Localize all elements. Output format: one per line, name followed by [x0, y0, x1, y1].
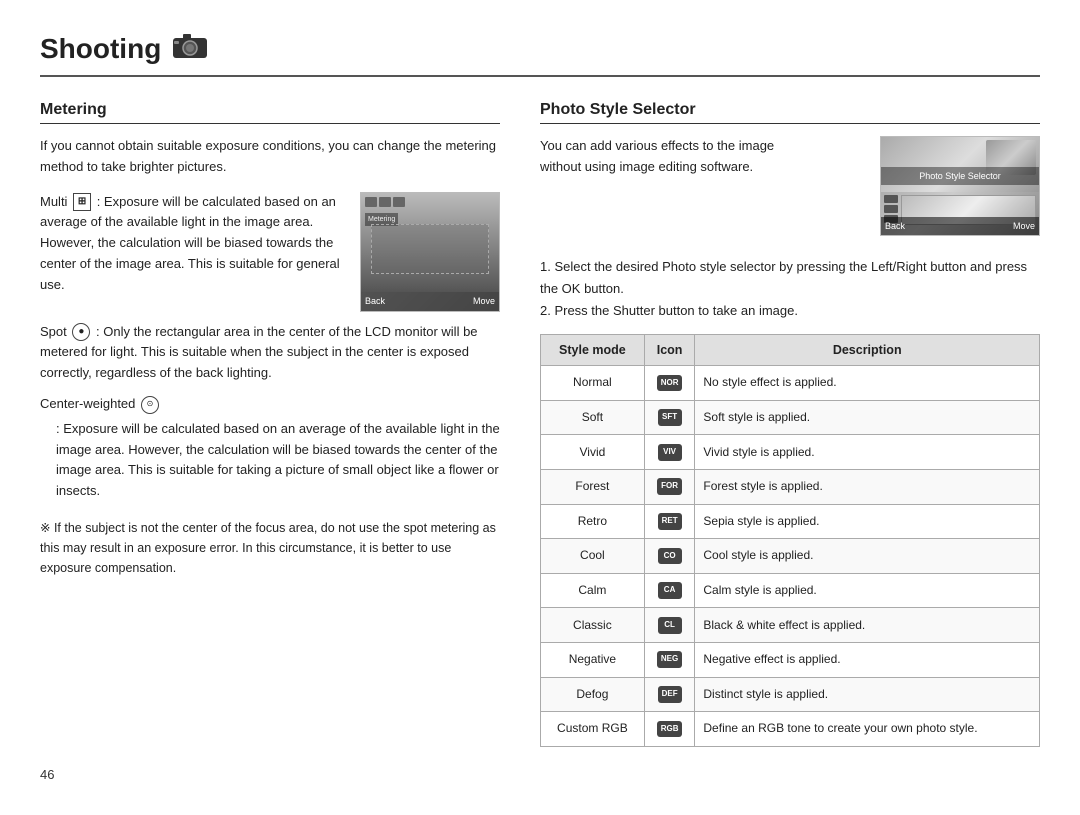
- photo-img-move: Move: [1013, 219, 1035, 233]
- style-mode-cell: Defog: [541, 677, 645, 712]
- page-number: 46: [40, 767, 1040, 782]
- metering-title: Metering: [40, 101, 500, 124]
- style-icon: DEF: [658, 686, 682, 703]
- style-icon-cell: CO: [644, 539, 695, 574]
- style-icon: RET: [658, 513, 682, 530]
- metering-intro: If you cannot obtain suitable exposure c…: [40, 136, 500, 178]
- table-row: Classic CL Black & white effect is applied…: [541, 608, 1040, 643]
- spot-desc: : Only the rectangular area in the cente…: [40, 324, 478, 381]
- table-row: Vivid VIV Vivid style is applied.: [541, 435, 1040, 470]
- photo-img-back: Back: [885, 219, 905, 233]
- style-desc-cell: Forest style is applied.: [695, 470, 1040, 505]
- multi-label: Multi: [40, 194, 67, 209]
- style-icon: FOR: [657, 478, 682, 495]
- spot-label: Spot: [40, 324, 67, 339]
- style-icon-cell: NEG: [644, 643, 695, 678]
- table-row: Custom RGB RGB Define an RGB tone to creat…: [541, 712, 1040, 747]
- metering-img-move: Move: [473, 294, 495, 308]
- photo-style-steps: 1. Select the desired Photo style select…: [540, 256, 1040, 322]
- style-icon-cell: CA: [644, 573, 695, 608]
- metering-section: Metering If you cannot obtain suitable e…: [40, 101, 500, 747]
- style-icon-cell: NOR: [644, 366, 695, 401]
- style-mode-cell: Classic: [541, 608, 645, 643]
- photo-style-section: Photo Style Selector Photo Style Selecto…: [540, 101, 1040, 747]
- style-icon: CO: [658, 548, 682, 565]
- style-desc-cell: Distinct style is applied.: [695, 677, 1040, 712]
- style-icon-cell: RET: [644, 504, 695, 539]
- photo-style-img-title: Photo Style Selector: [881, 167, 1039, 185]
- col-header-icon: Icon: [644, 335, 695, 366]
- table-row: Negative NEG Negative effect is applied.: [541, 643, 1040, 678]
- style-desc-cell: Negative effect is applied.: [695, 643, 1040, 678]
- style-desc-cell: Calm style is applied.: [695, 573, 1040, 608]
- style-icon-cell: DEF: [644, 677, 695, 712]
- cw-label: Center-weighted: [40, 396, 135, 411]
- style-mode-cell: Vivid: [541, 435, 645, 470]
- multi-icon: ⊞: [73, 193, 91, 211]
- spot-icon-el: ●: [72, 323, 90, 341]
- page-title: Shooting: [40, 30, 1040, 77]
- title-text: Shooting: [40, 33, 161, 65]
- table-row: Defog DEF Distinct style is applied.: [541, 677, 1040, 712]
- style-icon-cell: RGB: [644, 712, 695, 747]
- style-desc-cell: Sepia style is applied.: [695, 504, 1040, 539]
- style-icon: NEG: [657, 651, 682, 668]
- col-header-mode: Style mode: [541, 335, 645, 366]
- style-icon: CA: [658, 582, 682, 599]
- style-desc-cell: Cool style is applied.: [695, 539, 1040, 574]
- style-desc-cell: Black & white effect is applied.: [695, 608, 1040, 643]
- style-mode-cell: Negative: [541, 643, 645, 678]
- style-mode-cell: Custom RGB: [541, 712, 645, 747]
- table-row: Soft SFT Soft style is applied.: [541, 400, 1040, 435]
- metering-screenshot: Metering Back Move: [360, 192, 500, 312]
- photo-style-title: Photo Style Selector: [540, 101, 1040, 124]
- photo-style-step1: 1. Select the desired Photo style select…: [540, 256, 1040, 300]
- style-desc-cell: Define an RGB tone to create your own ph…: [695, 712, 1040, 747]
- table-row: Forest FOR Forest style is applied.: [541, 470, 1040, 505]
- style-desc-cell: Vivid style is applied.: [695, 435, 1040, 470]
- table-row: Calm CA Calm style is applied.: [541, 573, 1040, 608]
- style-desc-cell: No style effect is applied.: [695, 366, 1040, 401]
- metering-img-back: Back: [365, 294, 385, 308]
- style-icon-cell: FOR: [644, 470, 695, 505]
- style-icon: NOR: [657, 375, 683, 392]
- style-icon: SFT: [658, 409, 682, 426]
- table-row: Retro RET Sepia style is applied.: [541, 504, 1040, 539]
- style-mode-cell: Retro: [541, 504, 645, 539]
- cw-icon-el: ⊙: [141, 396, 159, 414]
- style-icon-cell: VIV: [644, 435, 695, 470]
- style-mode-cell: Calm: [541, 573, 645, 608]
- style-icon-cell: SFT: [644, 400, 695, 435]
- photo-style-screenshot: Photo Style Selector Back Move: [880, 136, 1040, 236]
- cw-desc-text: : Exposure will be calculated based on a…: [56, 419, 500, 502]
- cw-label-text: Center-weighted ⊙: [40, 394, 500, 415]
- camera-icon: [171, 30, 209, 67]
- metering-note: ※ If the subject is not the center of th…: [40, 518, 500, 578]
- style-mode-cell: Normal: [541, 366, 645, 401]
- multi-metering-text: Multi ⊞ : Exposure will be calculated ba…: [40, 192, 344, 312]
- style-desc-cell: Soft style is applied.: [695, 400, 1040, 435]
- style-icon-cell: CL: [644, 608, 695, 643]
- style-mode-cell: Forest: [541, 470, 645, 505]
- col-header-desc: Description: [695, 335, 1040, 366]
- style-icon: RGB: [657, 721, 683, 738]
- photo-style-step2: 2. Press the Shutter button to take an i…: [540, 300, 1040, 322]
- table-row: Cool CO Cool style is applied.: [541, 539, 1040, 574]
- table-row: Normal NOR No style effect is applied.: [541, 366, 1040, 401]
- style-icon: VIV: [658, 444, 682, 461]
- style-table: Style mode Icon Description Normal NOR No …: [540, 334, 1040, 747]
- style-mode-cell: Cool: [541, 539, 645, 574]
- spot-metering-text: Spot ● : Only the rectangular area in th…: [40, 322, 500, 384]
- style-icon: CL: [658, 617, 682, 634]
- style-mode-cell: Soft: [541, 400, 645, 435]
